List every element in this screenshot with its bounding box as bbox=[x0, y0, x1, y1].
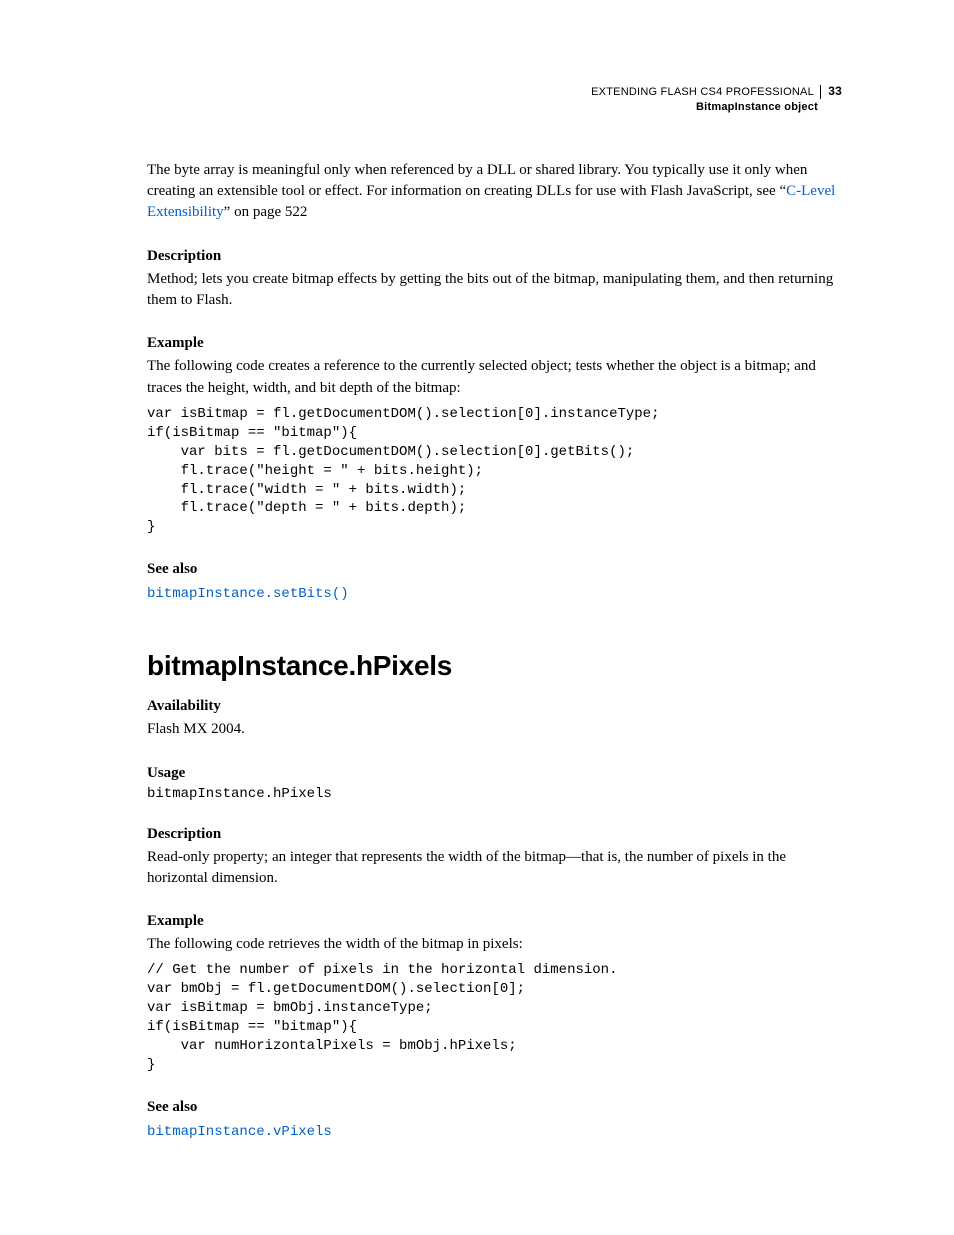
see-also2-heading: See also bbox=[147, 1099, 842, 1116]
description2-text: Read-only property; an integer that repr… bbox=[147, 847, 842, 890]
example-code-block: var isBitmap = fl.getDocumentDOM().selec… bbox=[147, 405, 842, 537]
see-also-heading: See also bbox=[147, 561, 842, 578]
running-header: EXTENDING FLASH CS4 PROFESSIONAL 33 Bitm… bbox=[147, 84, 842, 114]
section-subtitle: BitmapInstance object bbox=[147, 100, 842, 114]
page-content: EXTENDING FLASH CS4 PROFESSIONAL 33 Bitm… bbox=[0, 0, 954, 1200]
example-heading: Example bbox=[147, 335, 842, 352]
example2-code-block: // Get the number of pixels in the horiz… bbox=[147, 961, 842, 1074]
usage-heading: Usage bbox=[147, 765, 842, 782]
availability-heading: Availability bbox=[147, 698, 842, 715]
example2-text: The following code retrieves the width o… bbox=[147, 934, 842, 955]
usage-code: bitmapInstance.hPixels bbox=[147, 786, 842, 802]
intro-text-a: The byte array is meaningful only when r… bbox=[147, 162, 807, 199]
availability-text: Flash MX 2004. bbox=[147, 719, 842, 740]
page-number: 33 bbox=[828, 84, 842, 98]
hpixels-heading: bitmapInstance.hPixels bbox=[147, 650, 842, 682]
intro-paragraph: The byte array is meaningful only when r… bbox=[147, 160, 842, 224]
description-text: Method; lets you create bitmap effects b… bbox=[147, 269, 842, 312]
example-text: The following code creates a reference t… bbox=[147, 356, 842, 399]
setbits-link[interactable]: bitmapInstance.setBits() bbox=[147, 586, 349, 602]
vpixels-link[interactable]: bitmapInstance.vPixels bbox=[147, 1124, 332, 1140]
description-heading: Description bbox=[147, 248, 842, 265]
example2-heading: Example bbox=[147, 913, 842, 930]
intro-text-b: ” on page 522 bbox=[224, 204, 308, 220]
description2-heading: Description bbox=[147, 826, 842, 843]
doc-title: EXTENDING FLASH CS4 PROFESSIONAL bbox=[591, 85, 821, 99]
